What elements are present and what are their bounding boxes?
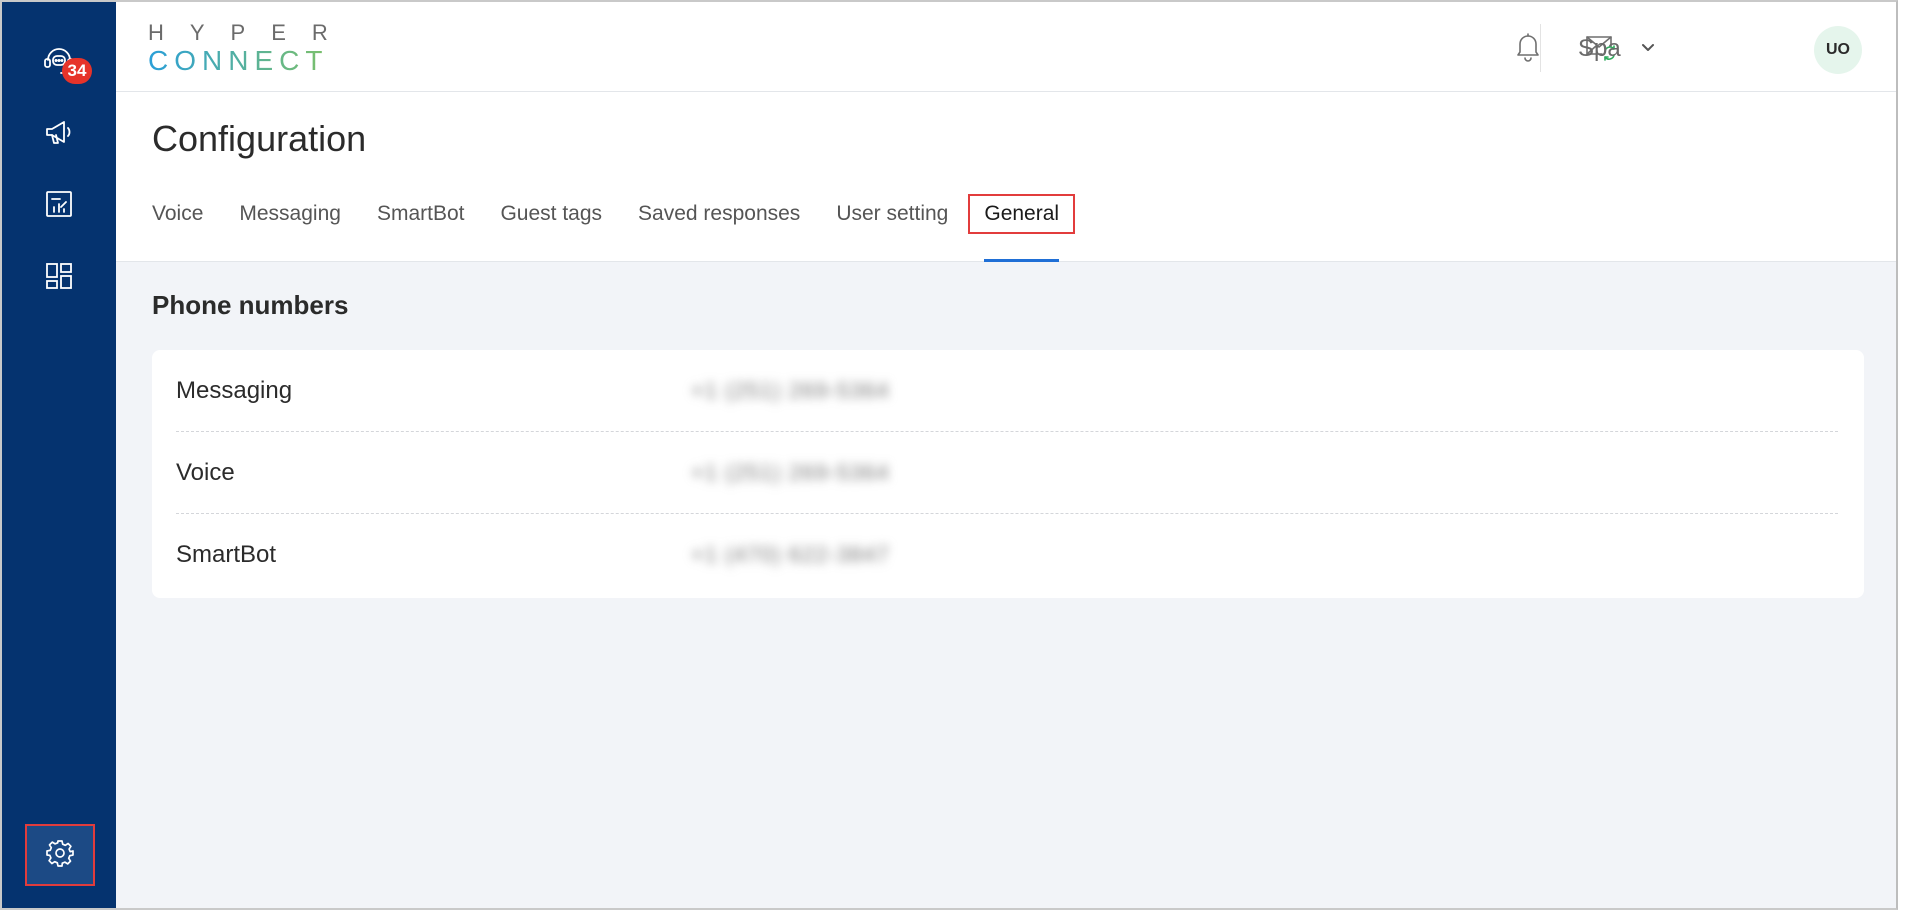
page-title: Configuration xyxy=(152,118,367,159)
chart-report-icon xyxy=(41,186,77,227)
main-content: Phone numbers Messaging +1 (251) 269-536… xyxy=(116,262,1896,908)
phone-number-value: +1 (470) 622-3847 xyxy=(691,542,890,567)
sidebar: 34 xyxy=(2,2,116,908)
sidebar-item-reports[interactable] xyxy=(2,176,116,236)
row-label: SmartBot xyxy=(176,541,277,568)
notification-badge: 34 xyxy=(62,58,92,84)
header-divider xyxy=(1540,24,1541,72)
config-tabs: Voice Messaging SmartBot Guest tags Save… xyxy=(152,194,1095,262)
phone-number-value: +1 (251) 269-5364 xyxy=(691,377,890,403)
tab-voice[interactable]: Voice xyxy=(152,202,203,262)
avatar[interactable]: UO xyxy=(1814,26,1862,74)
tab-saved-responses[interactable]: Saved responses xyxy=(638,202,800,262)
top-header: HYPER CONNECT Spa UO xyxy=(116,2,1896,92)
hyperconnect-logo[interactable]: HYPER CONNECT xyxy=(148,20,328,80)
chevron-down-icon xyxy=(1639,35,1657,63)
app-window: 34 HYPER CONNECT Spa UO Configuration Vo… xyxy=(0,0,1898,910)
organization-label: Spa xyxy=(1578,35,1621,62)
dashboard-grid-icon xyxy=(41,258,77,299)
tab-general[interactable]: General xyxy=(968,194,1076,262)
phone-number-value: +1 (251) 269-5364 xyxy=(691,459,890,485)
page-header: Configuration Voice Messaging SmartBot G… xyxy=(116,92,1896,262)
sidebar-item-apps[interactable] xyxy=(2,248,116,308)
megaphone-icon xyxy=(41,114,77,155)
organization-select[interactable]: Spa xyxy=(1578,32,1657,66)
phone-numbers-card: Messaging +1 (251) 269-5364 Voice +1 (25… xyxy=(152,350,1864,598)
sidebar-item-inbox[interactable]: 34 xyxy=(2,32,116,92)
sidebar-item-campaigns[interactable] xyxy=(2,104,116,164)
list-item: SmartBot +1 (470) 622-3847 xyxy=(176,514,1838,596)
tab-messaging[interactable]: Messaging xyxy=(239,202,341,262)
list-item: Voice +1 (251) 269-5364 xyxy=(176,432,1838,514)
sidebar-item-settings[interactable] xyxy=(25,824,95,886)
section-title: Phone numbers xyxy=(152,290,349,320)
tab-smartbot[interactable]: SmartBot xyxy=(377,202,465,262)
gear-icon xyxy=(45,838,75,873)
list-item: Messaging +1 (251) 269-5364 xyxy=(176,350,1838,432)
row-label: Voice xyxy=(176,458,235,486)
tab-user-setting[interactable]: User setting xyxy=(836,202,948,262)
tab-guest-tags[interactable]: Guest tags xyxy=(500,202,602,262)
row-label: Messaging xyxy=(176,376,293,404)
